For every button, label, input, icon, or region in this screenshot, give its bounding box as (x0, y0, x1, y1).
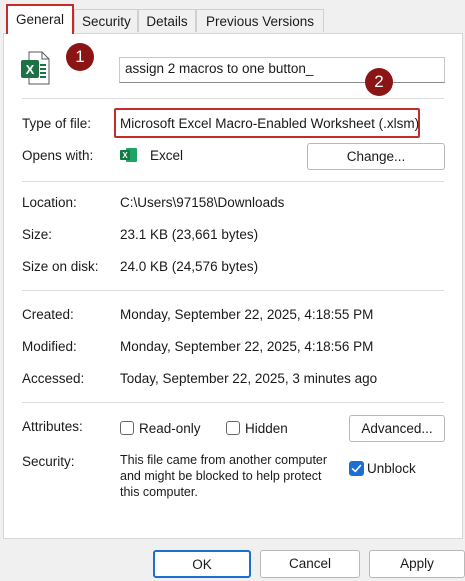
opens-with-app: Excel (150, 148, 184, 163)
created-value: Monday, September 22, 2025, 4:18:55 PM (120, 307, 374, 322)
opens-with-label: Opens with: (22, 148, 94, 163)
separator (22, 181, 444, 182)
file-name-input[interactable]: assign 2 macros to one button_ (119, 57, 445, 83)
security-message-line-1: This file came from another computer (120, 453, 328, 467)
created-label: Created: (22, 307, 74, 322)
size-value: 23.1 KB (23,661 bytes) (120, 227, 259, 242)
change-button[interactable]: Change... (307, 143, 445, 170)
tab-security[interactable]: Security (74, 9, 138, 32)
cancel-button[interactable]: Cancel (260, 550, 360, 578)
separator (22, 402, 444, 403)
apply-button[interactable]: Apply (369, 550, 465, 578)
size-on-disk-label: Size on disk: (22, 259, 99, 274)
separator (22, 290, 444, 291)
location-label: Location: (22, 195, 77, 210)
security-message-line-2: and might be blocked to help protect (120, 469, 322, 483)
modified-value: Monday, September 22, 2025, 4:18:56 PM (120, 339, 374, 354)
tab-strip: General Security Details Previous Versio… (0, 0, 465, 34)
hidden-label: Hidden (245, 421, 288, 436)
location-value: C:\Users\97158\Downloads (120, 195, 285, 210)
excel-app-icon: X (120, 147, 138, 163)
size-label: Size: (22, 227, 53, 242)
annotation-badge-2: 2 (365, 68, 393, 96)
type-of-file-value: Microsoft Excel Macro-Enabled Worksheet … (120, 116, 420, 131)
tab-general[interactable]: General (6, 4, 74, 34)
size-on-disk-value: 24.0 KB (24,576 bytes) (120, 259, 259, 274)
accessed-label: Accessed: (22, 371, 85, 386)
svg-text:X: X (122, 151, 128, 160)
modified-label: Modified: (22, 339, 77, 354)
checkmark-icon (351, 464, 362, 473)
security-message-line-3: this computer. (120, 485, 198, 499)
attributes-label: Attributes: (22, 419, 83, 434)
read-only-label: Read-only (139, 421, 201, 436)
unblock-label: Unblock (367, 461, 416, 476)
advanced-button[interactable]: Advanced... (349, 415, 445, 442)
excel-file-icon: X (20, 50, 50, 86)
hidden-checkbox[interactable] (226, 421, 240, 435)
annotation-badge-1: 1 (66, 43, 94, 71)
accessed-value: Today, September 22, 2025, 3 minutes ago (120, 371, 378, 386)
tab-previous-versions[interactable]: Previous Versions (196, 9, 324, 32)
ok-button[interactable]: OK (153, 550, 251, 578)
unblock-checkbox[interactable] (349, 461, 364, 476)
separator (22, 98, 444, 99)
svg-text:X: X (26, 62, 35, 77)
type-of-file-label: Type of file: (22, 116, 92, 131)
security-label: Security: (22, 454, 75, 469)
read-only-checkbox[interactable] (120, 421, 134, 435)
tab-details[interactable]: Details (138, 9, 196, 32)
